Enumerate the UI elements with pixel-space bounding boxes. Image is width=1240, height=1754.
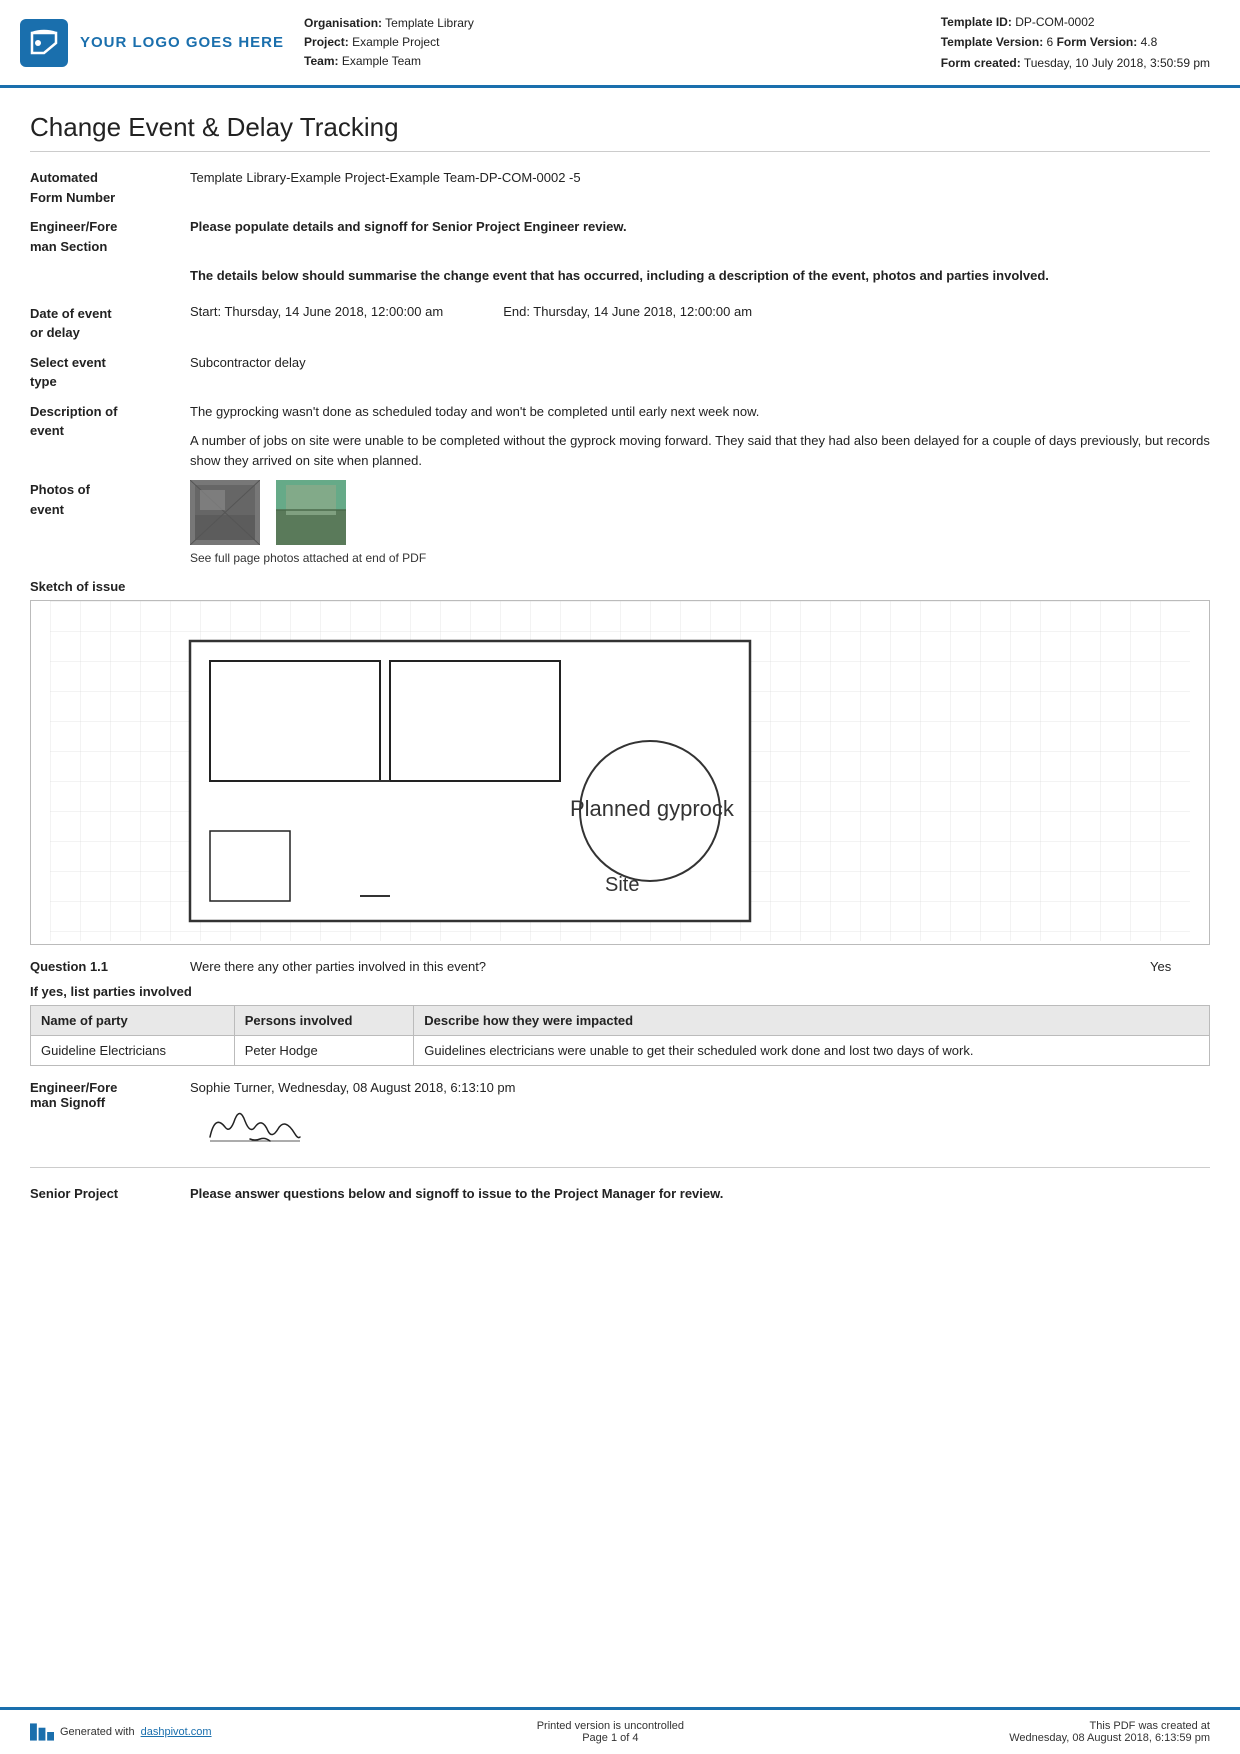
senior-project-row: Senior Project Please answer questions b… [30, 1178, 1210, 1204]
parties-header-name: Name of party [31, 1006, 235, 1036]
signoff-label: Engineer/Foreman Signoff [30, 1080, 190, 1110]
footer-logo-icon [30, 1723, 54, 1741]
form-number-label: AutomatedForm Number [30, 168, 190, 207]
team-value: Example Team [342, 54, 421, 68]
photo-thumb-1 [190, 480, 260, 545]
template-id-label: Template ID: [941, 15, 1012, 29]
event-type-value: Subcontractor delay [190, 353, 1210, 373]
signature-svg [190, 1099, 320, 1154]
photos-label: Photos ofevent [30, 480, 190, 519]
sketch-section: Sketch of issue [30, 579, 1210, 945]
sketch-canvas: Planned gyprock Site [30, 600, 1210, 945]
footer-of-4: of 4 [620, 1732, 638, 1744]
table-row: Guideline Electricians Peter Hodge Guide… [31, 1036, 1210, 1066]
party-persons: Peter Hodge [234, 1036, 414, 1066]
template-version-label: Template Version: [941, 35, 1043, 49]
page-header: YOUR LOGO GOES HERE Organisation: Templa… [0, 0, 1240, 88]
senior-label: Senior Project [30, 1184, 190, 1204]
parties-table: Name of party Persons involved Describe … [30, 1005, 1210, 1066]
form-number-row: AutomatedForm Number Template Library-Ex… [30, 168, 1210, 207]
footer-generated-text: Generated with [60, 1726, 135, 1738]
divider [30, 1167, 1210, 1168]
event-type-label: Select eventtype [30, 353, 190, 392]
version-row: Template Version: 6 Form Version: 4.8 [941, 32, 1210, 52]
org-row: Organisation: Template Library [304, 14, 921, 33]
logo-text: YOUR LOGO GOES HERE [80, 34, 284, 51]
date-values: Start: Thursday, 14 June 2018, 12:00:00 … [190, 304, 1210, 343]
description-row: Description ofevent The gyprocking wasn'… [30, 402, 1210, 471]
page-title: Change Event & Delay Tracking [30, 112, 1210, 152]
template-id-value: DP-COM-0002 [1015, 15, 1094, 29]
question-answer: Yes [1150, 959, 1210, 974]
date-start: Start: Thursday, 14 June 2018, 12:00:00 … [190, 304, 443, 343]
main-content: Change Event & Delay Tracking AutomatedF… [0, 88, 1240, 1707]
form-number-value: Template Library-Example Project-Example… [190, 168, 1210, 188]
template-version-value: 6 [1047, 35, 1054, 49]
footer-link[interactable]: dashpivot.com [141, 1726, 212, 1738]
svg-text:Planned gyprock: Planned gyprock [570, 796, 735, 821]
question-row: Question 1.1 Were there any other partie… [30, 959, 1210, 974]
description-label: Description ofevent [30, 402, 190, 441]
parties-section: If yes, list parties involved Name of pa… [30, 984, 1210, 1066]
parties-title: If yes, list parties involved [30, 984, 1210, 999]
photos-container [190, 480, 354, 545]
notice-box: The details below should summarise the c… [190, 266, 1210, 286]
question-label: Question 1.1 [30, 959, 190, 974]
description-line2: A number of jobs on site were unable to … [190, 431, 1210, 470]
footer-page-text: Printed version is uncontrolled Page 1 o… [537, 1720, 684, 1744]
project-row: Project: Example Project [304, 33, 921, 52]
signoff-content: Sophie Turner, Wednesday, 08 August 2018… [190, 1080, 1210, 1157]
footer-uncontrolled: Printed version is uncontrolled [537, 1720, 684, 1732]
footer-pdf-text: This PDF was created at Wednesday, 08 Au… [1009, 1720, 1210, 1744]
engineer-section-label: Engineer/Foreman Section [30, 217, 190, 256]
senior-value: Please answer questions below and signof… [190, 1184, 1210, 1204]
logo-icon [20, 19, 68, 67]
party-impact: Guidelines electricians were unable to g… [414, 1036, 1210, 1066]
header-meta: Organisation: Template Library Project: … [304, 12, 921, 73]
form-version-value: 4.8 [1141, 35, 1158, 49]
engineer-section-value: Please populate details and signoff for … [190, 217, 1210, 237]
template-id-row: Template ID: DP-COM-0002 [941, 12, 1210, 32]
project-value: Example Project [352, 35, 439, 49]
project-label: Project: [304, 35, 349, 49]
parties-header-persons: Persons involved [234, 1006, 414, 1036]
form-created-row: Form created: Tuesday, 10 July 2018, 3:5… [941, 53, 1210, 73]
form-created-value: Tuesday, 10 July 2018, 3:50:59 pm [1024, 56, 1210, 70]
footer-pdf-label: This PDF was created at [1090, 1720, 1210, 1732]
footer-page-number: Page 1 of 4 [582, 1732, 638, 1744]
footer-pdf-date: Wednesday, 08 August 2018, 6:13:59 pm [1009, 1732, 1210, 1744]
form-created-label: Form created: [941, 56, 1021, 70]
org-label: Organisation: [304, 16, 382, 30]
photo-thumb-2 [276, 480, 346, 545]
org-value: Template Library [385, 16, 474, 30]
party-name: Guideline Electricians [31, 1036, 235, 1066]
signoff-row: Engineer/Foreman Signoff Sophie Turner, … [30, 1080, 1210, 1157]
page-footer: Generated with dashpivot.com Printed ver… [0, 1707, 1240, 1754]
footer-logo-section: Generated with dashpivot.com [30, 1723, 212, 1741]
parties-header-impact: Describe how they were impacted [414, 1006, 1210, 1036]
date-row: Date of eventor delay Start: Thursday, 1… [30, 304, 1210, 343]
team-row: Team: Example Team [304, 52, 921, 71]
sketch-title: Sketch of issue [30, 579, 1210, 594]
photos-row: Photos ofevent [30, 480, 1210, 545]
parties-header-row: Name of party Persons involved Describe … [31, 1006, 1210, 1036]
form-version-label: Form Version: [1057, 35, 1138, 49]
signature-area [190, 1095, 1210, 1157]
description-values: The gyprocking wasn't done as scheduled … [190, 402, 1210, 471]
photos-caption: See full page photos attached at end of … [190, 551, 1210, 565]
question-text: Were there any other parties involved in… [190, 959, 1150, 974]
event-type-row: Select eventtype Subcontractor delay [30, 353, 1210, 392]
svg-text:Site: Site [605, 874, 639, 896]
date-end: End: Thursday, 14 June 2018, 12:00:00 am [503, 304, 752, 343]
team-label: Team: [304, 54, 338, 68]
logo-section: YOUR LOGO GOES HERE [20, 12, 284, 73]
signoff-person: Sophie Turner, Wednesday, 08 August 2018… [190, 1080, 515, 1095]
date-label: Date of eventor delay [30, 304, 190, 343]
page: YOUR LOGO GOES HERE Organisation: Templa… [0, 0, 1240, 1754]
engineer-section-row: Engineer/Foreman Section Please populate… [30, 217, 1210, 256]
description-line1: The gyprocking wasn't done as scheduled … [190, 402, 1210, 422]
header-right: Template ID: DP-COM-0002 Template Versio… [941, 12, 1210, 73]
